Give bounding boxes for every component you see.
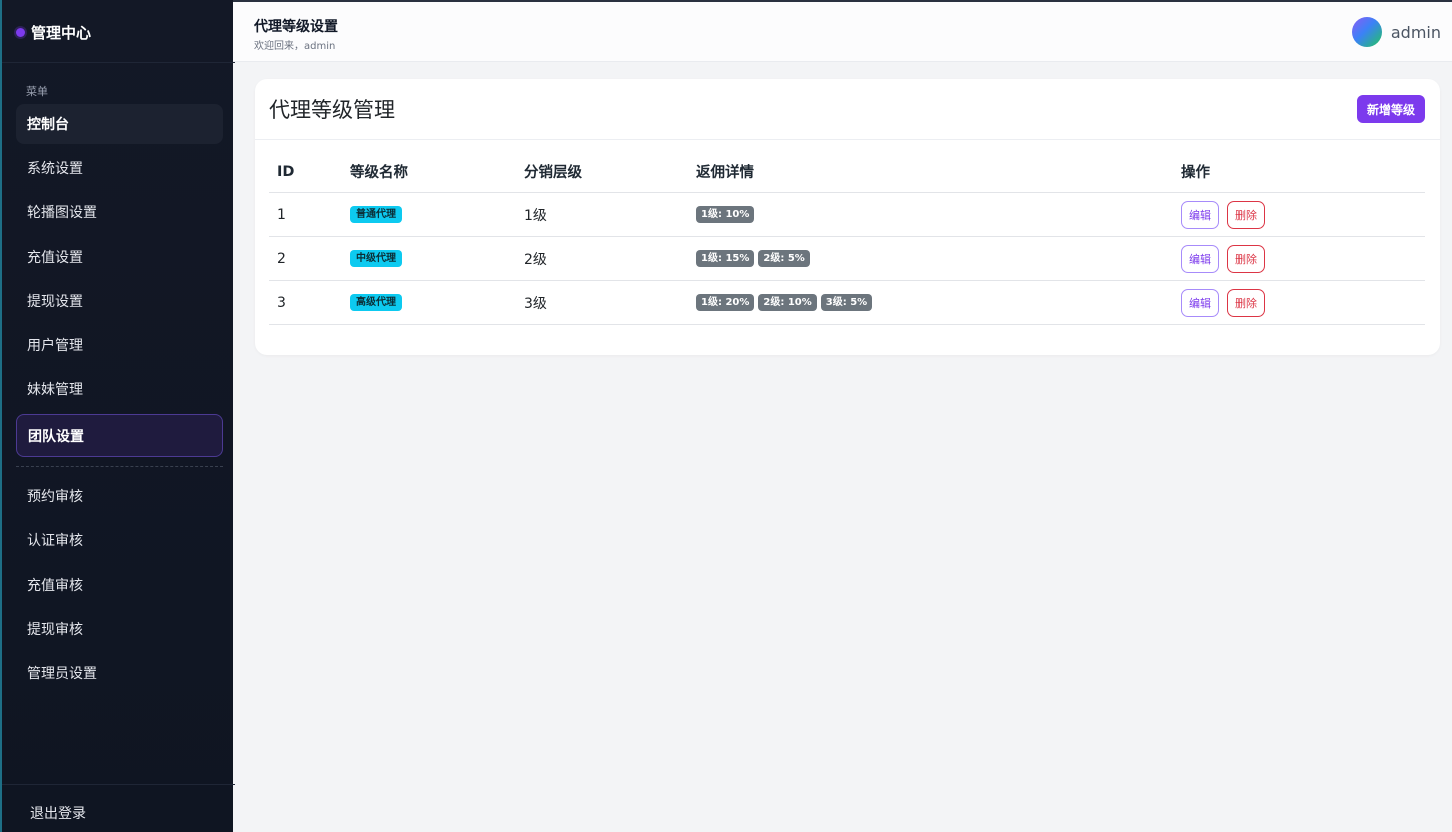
- cell-commission: 1级: 15% 2级: 5%: [696, 237, 810, 280]
- sidebar-item-team-settings[interactable]: 团队设置: [16, 414, 223, 457]
- logout-link[interactable]: 退出登录: [30, 803, 86, 823]
- sidebar-item-label: 系统设置: [27, 161, 83, 177]
- cell-commission: 1级: 20% 2级: 10% 3级: 5%: [696, 281, 873, 324]
- brand-label: 管理中心: [31, 23, 92, 42]
- table-row: 3 高级代理 3级 1级: 20% 2级: 10% 3级: 5% 编辑 删除: [269, 281, 1425, 325]
- sidebar-item-withdraw-review[interactable]: 提现审核: [16, 609, 223, 649]
- sidebar-item-label: 管理员设置: [27, 666, 97, 682]
- avatar: [1351, 17, 1382, 47]
- username: admin: [1390, 22, 1441, 42]
- sidebar-item-sister-management[interactable]: 妹妹管理: [16, 369, 223, 409]
- sidebar-item-system-settings[interactable]: 系统设置: [16, 148, 223, 188]
- divider: [2, 784, 235, 785]
- cell-commission: 1级: 10%: [696, 193, 755, 236]
- add-level-button[interactable]: 新增等级: [1357, 95, 1425, 123]
- divider: [16, 466, 223, 467]
- sidebar-item-verification-review[interactable]: 认证审核: [16, 520, 223, 560]
- delete-button[interactable]: 删除: [1227, 244, 1265, 273]
- brand: 管理中心: [16, 22, 91, 42]
- edit-button[interactable]: 编辑: [1181, 244, 1219, 273]
- edit-button[interactable]: 编辑: [1181, 288, 1219, 317]
- card-header: 代理等级管理 新增等级: [255, 79, 1440, 140]
- cell-id: 3: [277, 294, 286, 311]
- cell-level: 2级: [524, 251, 547, 268]
- sidebar-item-label: 充值审核: [27, 578, 83, 594]
- cell-actions: 编辑 删除: [1181, 193, 1265, 236]
- level-name-badge: 中级代理: [350, 250, 402, 267]
- cell-id: 2: [277, 250, 286, 267]
- sidebar-item-recharge-review[interactable]: 充值审核: [16, 565, 223, 605]
- commission-badge: 2级: 10%: [758, 294, 817, 311]
- column-header-actions: 操作: [1181, 165, 1210, 181]
- cell-name: 中级代理: [350, 237, 402, 280]
- commission-badge: 1级: 10%: [696, 206, 755, 223]
- commission-badge: 3级: 5%: [820, 294, 873, 311]
- sidebar-item-label: 妹妹管理: [27, 382, 83, 398]
- sidebar-item-label: 轮播图设置: [27, 205, 97, 221]
- sidebar-item-label: 预约审核: [27, 489, 83, 505]
- sidebar-item-user-management[interactable]: 用户管理: [16, 325, 223, 365]
- cell-level: 3级: [524, 295, 547, 312]
- commission-badge: 2级: 5%: [758, 250, 810, 267]
- sidebar-item-recharge-settings[interactable]: 充值设置: [16, 237, 223, 277]
- sidebar-item-label: 控制台: [27, 117, 69, 133]
- cell-name: 普通代理: [350, 193, 402, 236]
- sidebar-item-label: 充值设置: [27, 250, 83, 266]
- user-menu[interactable]: admin: [1351, 17, 1441, 47]
- level-name-badge: 高级代理: [350, 294, 402, 311]
- column-header-name: 等级名称: [350, 165, 408, 181]
- agent-level-card: 代理等级管理 新增等级 ID 等级名称 分销层级 返佣详情 操作 1 普通代理 …: [255, 79, 1440, 355]
- cell-name: 高级代理: [350, 281, 402, 324]
- cell-level: 1级: [524, 207, 547, 224]
- table-header-row: ID 等级名称 分销层级 返佣详情 操作: [269, 151, 1425, 193]
- sidebar-item-admin-settings[interactable]: 管理员设置: [16, 653, 223, 693]
- cell-actions: 编辑 删除: [1181, 281, 1265, 324]
- cell-actions: 编辑 删除: [1181, 237, 1265, 280]
- column-header-level: 分销层级: [524, 165, 582, 181]
- sidebar-item-label: 团队设置: [28, 428, 84, 445]
- brand-dot-icon: [16, 27, 25, 37]
- sidebar-item-booking-review[interactable]: 预约审核: [16, 476, 223, 516]
- delete-button[interactable]: 删除: [1227, 288, 1265, 317]
- edit-button[interactable]: 编辑: [1181, 200, 1219, 229]
- table-row: 2 中级代理 2级 1级: 15% 2级: 5% 编辑 删除: [269, 237, 1425, 281]
- column-header-commission: 返佣详情: [696, 165, 754, 181]
- level-name-badge: 普通代理: [350, 206, 402, 223]
- page-title: 代理等级设置: [254, 19, 338, 35]
- topbar: 代理等级设置 欢迎回来，admin admin: [233, 0, 1452, 62]
- menu-caption: 菜单: [26, 85, 48, 98]
- sidebar-item-dashboard[interactable]: 控制台: [16, 104, 223, 144]
- sidebar-item-label: 提现设置: [27, 294, 83, 310]
- column-header-id: ID: [277, 163, 295, 180]
- divider: [2, 62, 235, 63]
- commission-badge: 1级: 20%: [696, 294, 755, 311]
- page-subtitle: 欢迎回来，admin: [254, 41, 336, 52]
- commission-badge: 1级: 15%: [696, 250, 755, 267]
- delete-button[interactable]: 删除: [1227, 200, 1265, 229]
- card-title: 代理等级管理: [269, 98, 395, 122]
- table-row: 1 普通代理 1级 1级: 10% 编辑 删除: [269, 193, 1425, 237]
- sidebar-item-label: 提现审核: [27, 622, 83, 638]
- sidebar-item-carousel-settings[interactable]: 轮播图设置: [16, 192, 223, 232]
- sidebar: 管理中心 菜单 控制台 系统设置 轮播图设置 充值设置 提现设置 用户管理 妹妹…: [0, 0, 235, 832]
- sidebar-item-withdraw-settings[interactable]: 提现设置: [16, 281, 223, 321]
- sidebar-item-label: 认证审核: [27, 533, 83, 549]
- sidebar-item-label: 用户管理: [27, 338, 83, 354]
- cell-id: 1: [277, 206, 286, 223]
- agent-level-table: ID 等级名称 分销层级 返佣详情 操作 1 普通代理 1级 1级: 10% 编…: [269, 151, 1425, 325]
